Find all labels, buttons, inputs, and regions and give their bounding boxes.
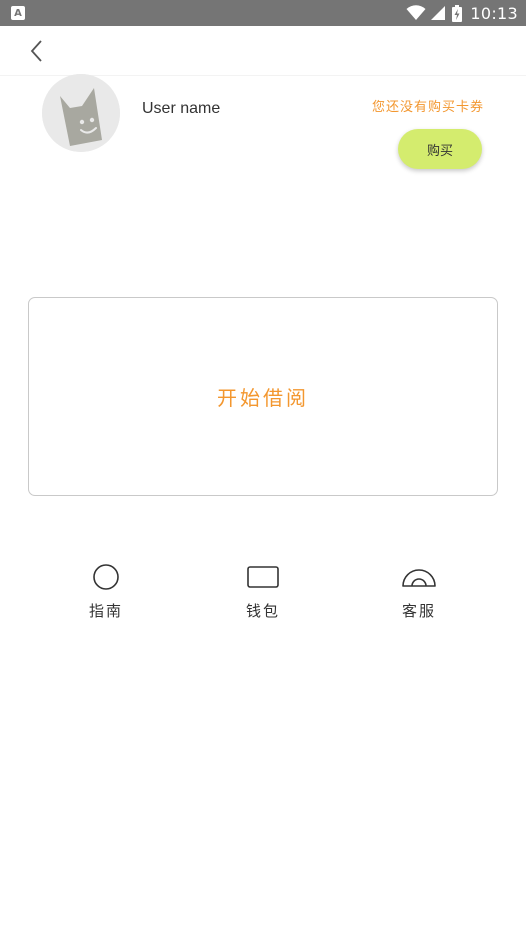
signal-icon (431, 6, 446, 20)
customer-service-label: 客服 (401, 602, 436, 620)
wallet-shortcut[interactable]: 钱包 (218, 560, 308, 630)
guide-label: 指南 (88, 602, 123, 620)
top-nav-bar (0, 26, 526, 76)
notification-a-icon: A (11, 6, 25, 20)
start-borrow-label: 开始借阅 (217, 386, 309, 410)
buy-button[interactable]: 购买 (398, 129, 482, 169)
wallet-rectangle-icon (245, 560, 281, 594)
guide-shortcut[interactable]: 指南 (61, 560, 151, 630)
start-borrow-card[interactable]: 开始借阅 (28, 297, 498, 496)
status-time: 10:13 (470, 3, 518, 23)
back-button[interactable] (22, 36, 52, 66)
chevron-left-icon (30, 40, 42, 62)
avatar[interactable] (42, 74, 120, 152)
status-icons: 10:13 (406, 0, 518, 26)
customer-service-shortcut[interactable]: 客服 (374, 560, 464, 630)
wifi-icon (406, 5, 426, 20)
circle-icon (88, 560, 124, 594)
username: User name (142, 100, 221, 117)
no-card-message: 您还没有购买卡券 (371, 100, 484, 115)
cat-face-avatar (42, 74, 120, 152)
wallet-label: 钱包 (245, 602, 280, 620)
battery-charging-icon (452, 4, 463, 22)
status-bar: A 10:13 (0, 0, 526, 26)
headset-arc-icon (401, 560, 437, 594)
